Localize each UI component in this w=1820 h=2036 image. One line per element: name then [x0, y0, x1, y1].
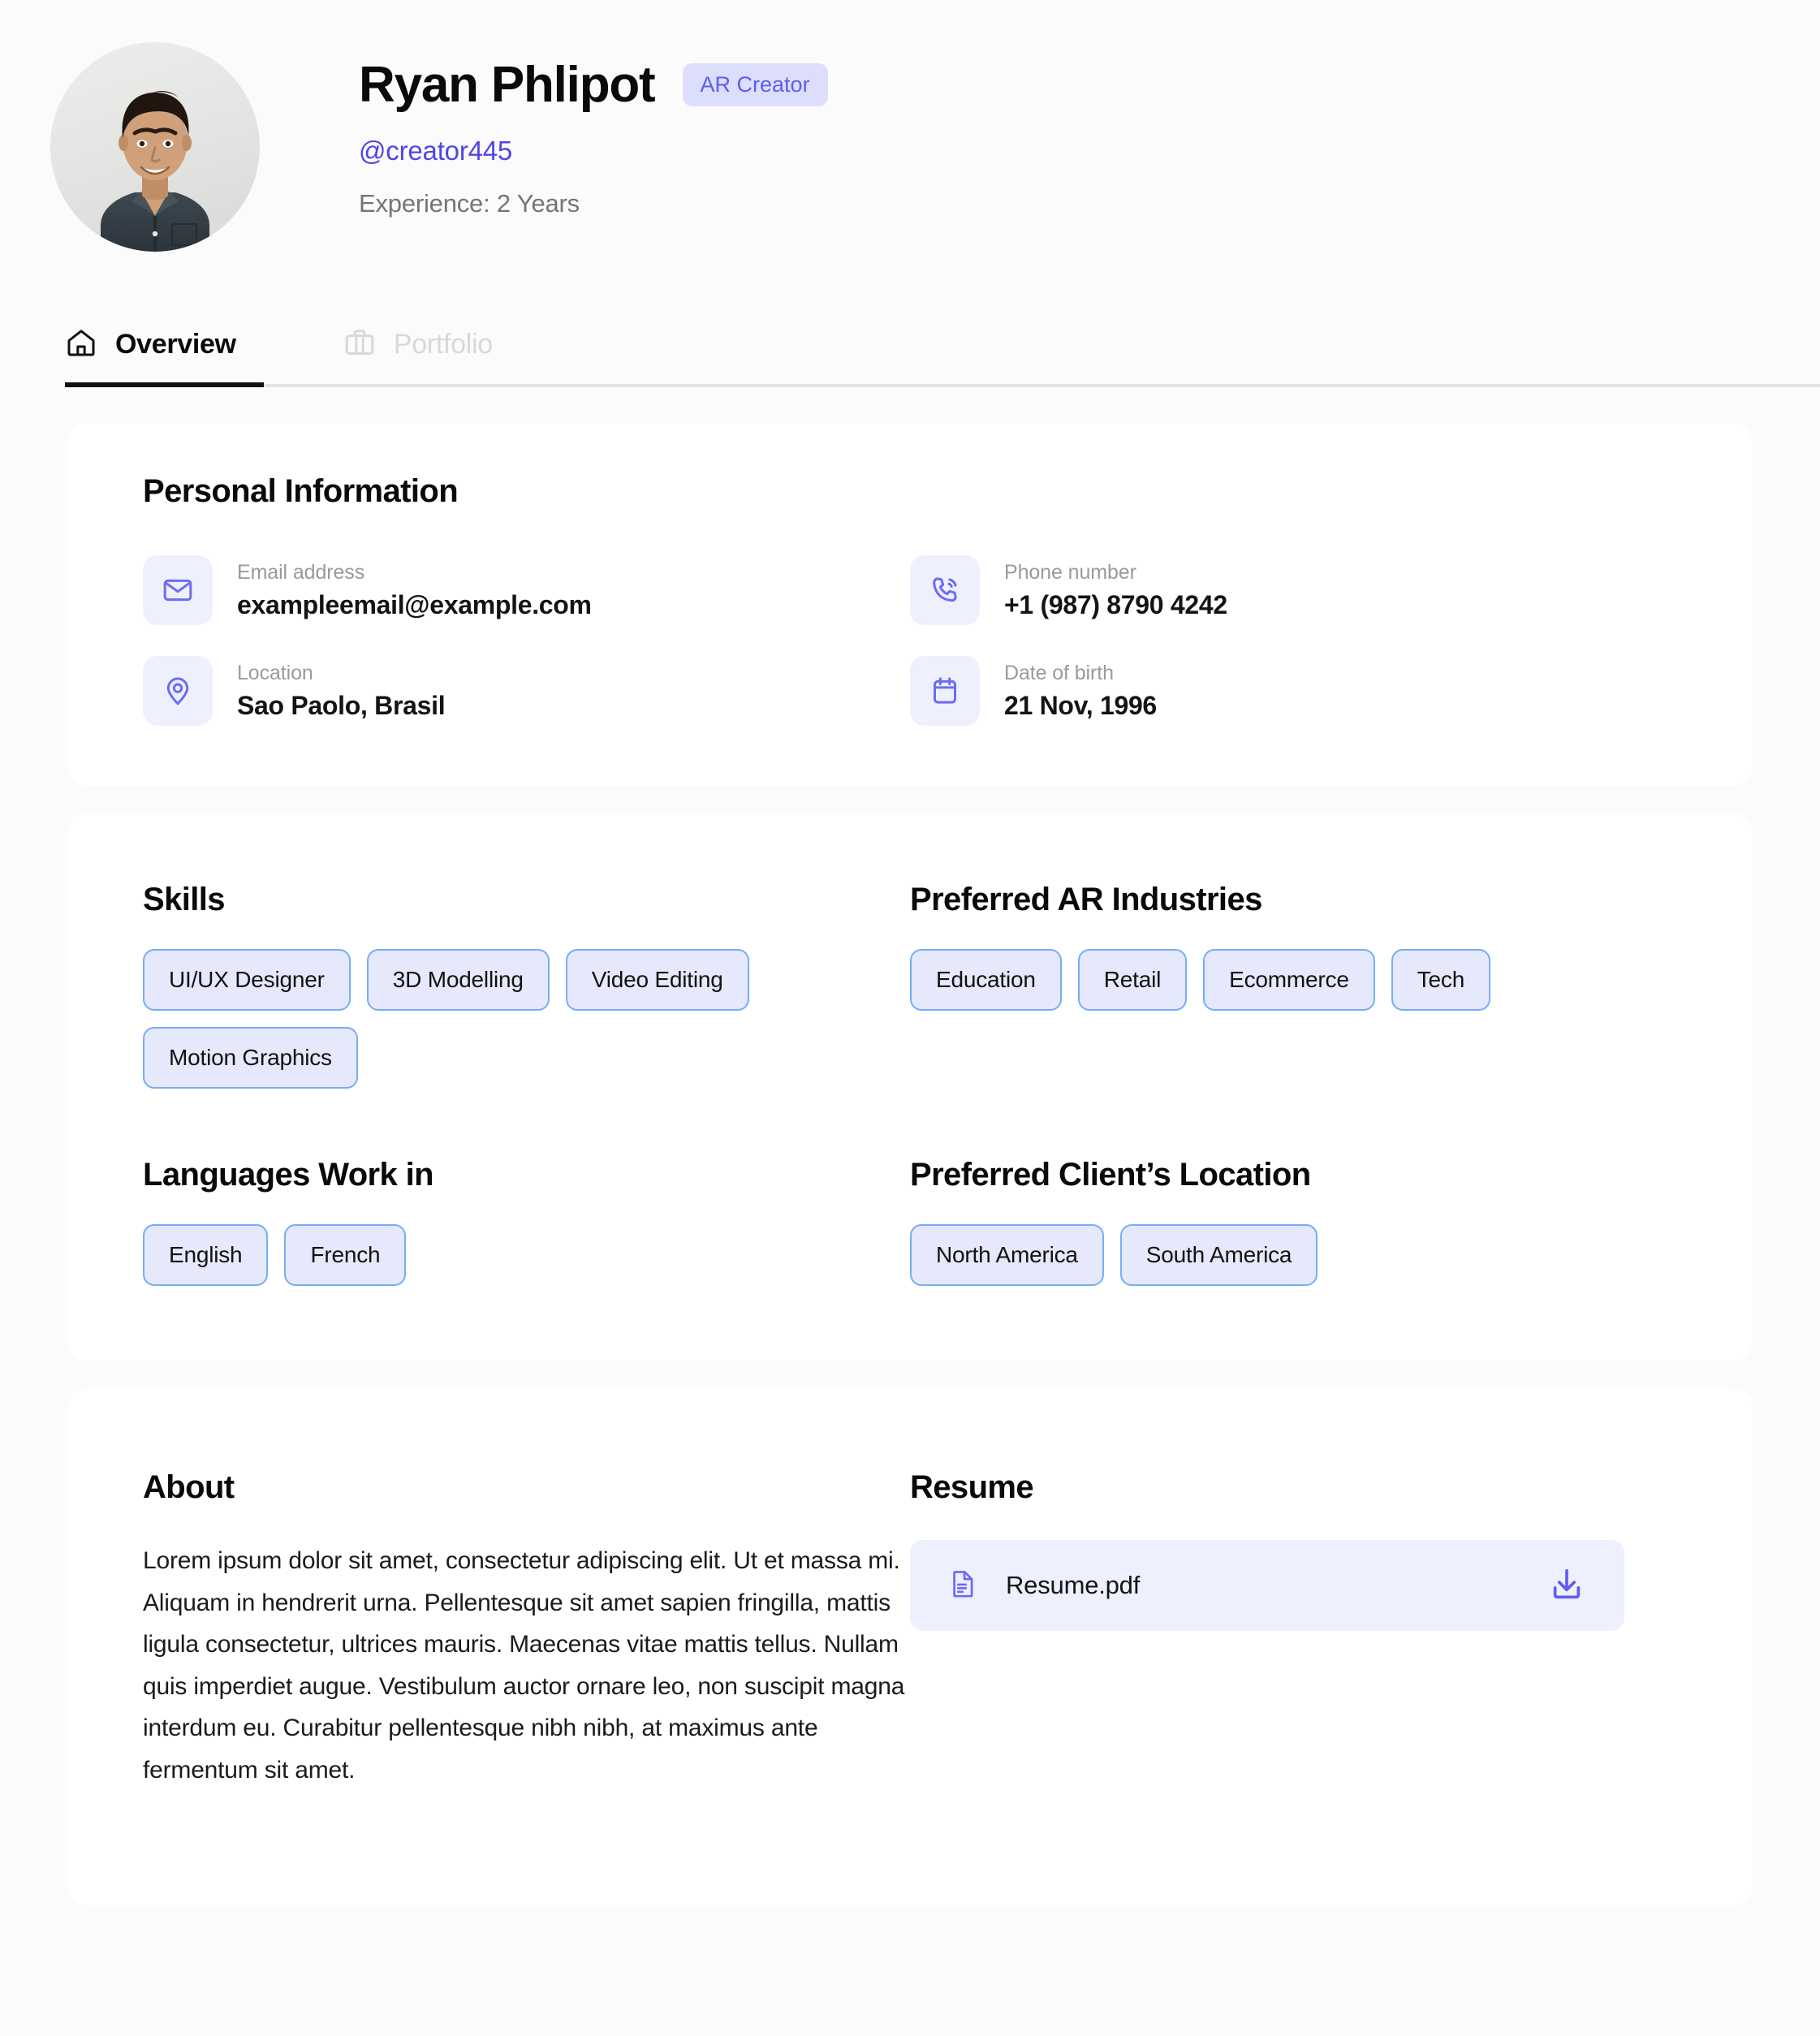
- list-item[interactable]: North America: [910, 1224, 1104, 1286]
- personal-info-email: Email address exampleemail@example.com: [143, 555, 910, 625]
- tab-overview-label: Overview: [115, 329, 236, 360]
- tab-divider: [65, 384, 1820, 387]
- tab-bar: Overview Portfolio: [0, 326, 1820, 387]
- status-badge: AR Creator: [682, 63, 828, 107]
- list-item[interactable]: Video Editing: [565, 949, 749, 1011]
- skills-title: Skills: [143, 882, 226, 917]
- client-location-block: Preferred Client’s Location North Americ…: [910, 1157, 1677, 1286]
- avatar-photo: [50, 42, 260, 252]
- profile-handle[interactable]: @creator445: [359, 136, 828, 166]
- languages-block: Languages Work in English French: [143, 1157, 910, 1286]
- dob-value: 21 Nov, 1996: [1004, 690, 1157, 720]
- page-title: Ryan Phlipot: [359, 57, 656, 113]
- dob-label: Date of birth: [1004, 661, 1114, 684]
- industries-block: Preferred AR Industries Education Retail…: [910, 882, 1677, 1089]
- about-body: Lorem ipsum dolor sit amet, consectetur …: [143, 1547, 905, 1784]
- phone-label: Phone number: [1004, 560, 1136, 584]
- personal-information-grid: Email address exampleemail@example.com P…: [143, 555, 1677, 726]
- industries-tag-list: Education Retail Ecommerce Tech: [910, 949, 1677, 1011]
- location-value: Sao Paolo, Brasil: [237, 690, 446, 720]
- personal-info-phone: Phone number +1 (987) 8790 4242: [910, 555, 1677, 625]
- briefcase-icon: [343, 326, 376, 363]
- tab-overview[interactable]: Overview: [65, 326, 236, 363]
- tab-active-indicator: [65, 382, 264, 387]
- industries-title: Preferred AR Industries: [910, 882, 1262, 917]
- about-title: About: [143, 1469, 235, 1505]
- resume-title: Resume: [910, 1469, 1034, 1505]
- list-item[interactable]: English: [143, 1224, 269, 1286]
- personal-information-card: Personal Information Email address examp…: [68, 423, 1752, 786]
- client-location-title: Preferred Client’s Location: [910, 1157, 1311, 1193]
- tab-portfolio[interactable]: Portfolio: [343, 326, 493, 363]
- email-value: exampleemail@example.com: [237, 589, 592, 619]
- name-row: Ryan Phlipot AR Creator: [359, 58, 828, 111]
- map-pin-icon: [143, 656, 213, 726]
- personal-info-dob: Date of birth 21 Nov, 1996: [910, 656, 1677, 726]
- mail-icon: [143, 555, 213, 625]
- languages-tag-list: English French: [143, 1224, 910, 1286]
- experience-text: Experience: 2 Years: [359, 189, 580, 218]
- list-item[interactable]: Ecommerce: [1203, 949, 1375, 1011]
- list-item[interactable]: 3D Modelling: [366, 949, 550, 1011]
- calendar-icon: [910, 656, 980, 726]
- skills-block: Skills UI/UX Designer 3D Modelling Video…: [143, 882, 910, 1089]
- list-item[interactable]: South America: [1119, 1224, 1318, 1286]
- personal-info-location: Location Sao Paolo, Brasil: [143, 656, 910, 726]
- content-cards: Personal Information Email address examp…: [0, 387, 1820, 1905]
- tab-portfolio-label: Portfolio: [393, 329, 493, 360]
- profile-page: Ryan Phlipot AR Creator @creator445 Expe…: [0, 0, 1820, 2036]
- list-item[interactable]: Tech: [1391, 949, 1491, 1011]
- about-resume-card: About Lorem ipsum dolor sit amet, consec…: [68, 1388, 1752, 1905]
- avatar: [50, 42, 260, 252]
- profile-header: Ryan Phlipot AR Creator @creator445 Expe…: [0, 0, 1820, 317]
- languages-title: Languages Work in: [143, 1157, 434, 1193]
- about-block: About Lorem ipsum dolor sit amet, consec…: [143, 1469, 910, 1792]
- location-label: Location: [237, 661, 313, 684]
- personal-information-title: Personal Information: [143, 473, 459, 509]
- resume-file-row[interactable]: Resume.pdf: [910, 1540, 1624, 1631]
- phone-value: +1 (987) 8790 4242: [1004, 589, 1227, 619]
- home-icon: [65, 326, 97, 363]
- client-location-tag-list: North America South America: [910, 1224, 1677, 1286]
- list-item[interactable]: UI/UX Designer: [143, 949, 351, 1011]
- email-label: Email address: [237, 560, 365, 584]
- resume-block: Resume Resume.pdf: [910, 1469, 1677, 1792]
- download-icon[interactable]: [1548, 1565, 1585, 1607]
- resume-file-name: Resume.pdf: [1006, 1571, 1141, 1599]
- list-item[interactable]: Motion Graphics: [143, 1027, 358, 1089]
- list-item[interactable]: Retail: [1077, 949, 1188, 1011]
- list-item[interactable]: French: [284, 1224, 407, 1286]
- list-item[interactable]: Education: [910, 949, 1062, 1011]
- header-text-block: Ryan Phlipot AR Creator @creator445 Expe…: [359, 42, 828, 218]
- phone-icon: [910, 555, 980, 625]
- skills-tag-list: UI/UX Designer 3D Modelling Video Editin…: [143, 949, 910, 1089]
- document-icon: [947, 1568, 978, 1603]
- attributes-card: Skills UI/UX Designer 3D Modelling Video…: [68, 813, 1752, 1361]
